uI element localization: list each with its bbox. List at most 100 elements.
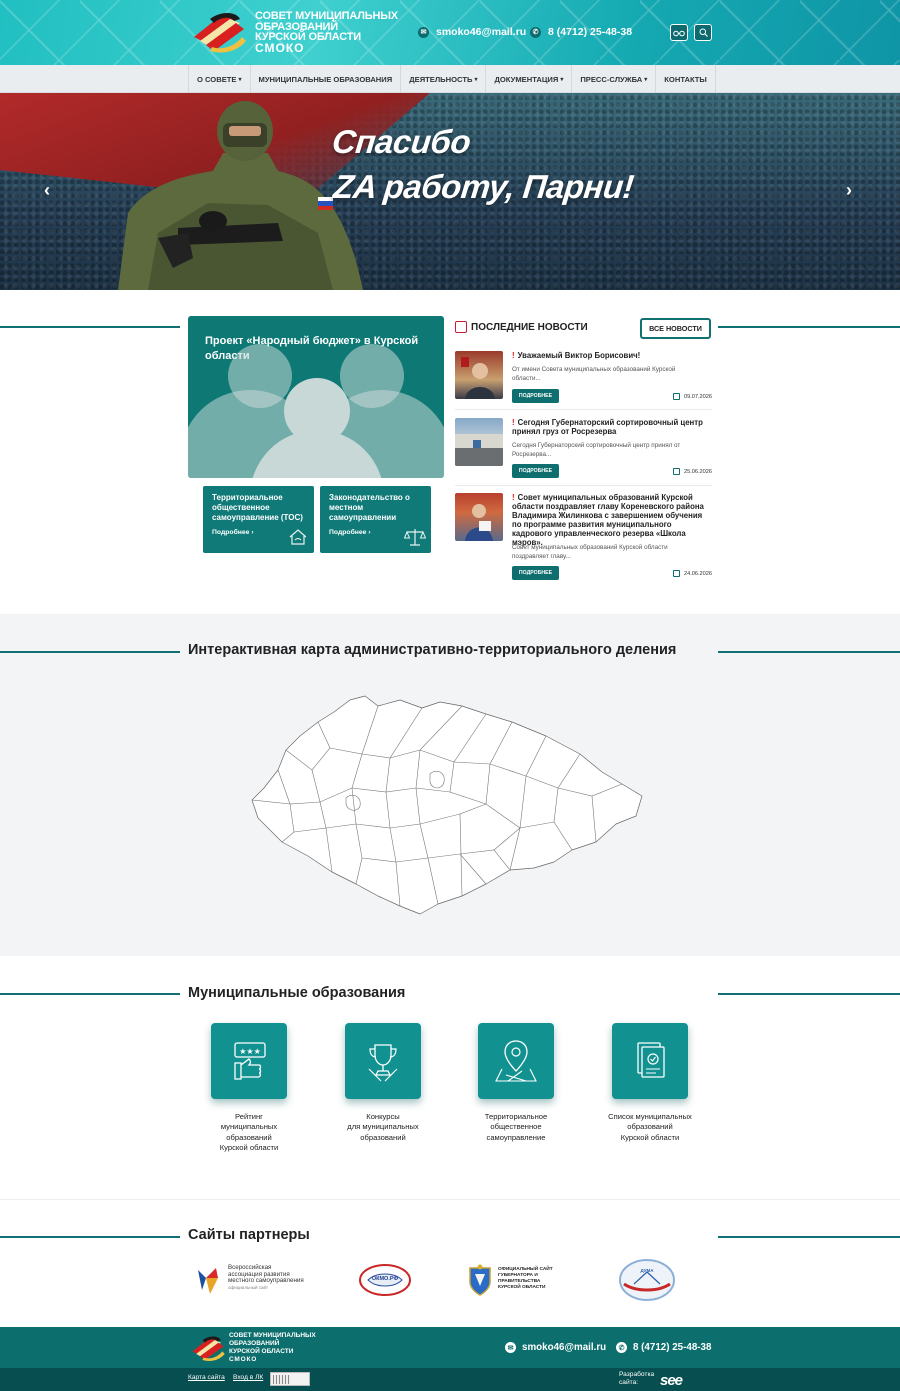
hero-line: Спасибо <box>330 123 473 160</box>
calendar-icon <box>673 570 680 577</box>
sitemap-link[interactable]: Карта сайта <box>188 1374 225 1381</box>
news-excerpt: Сегодня Губернаторский сортировочный цен… <box>512 442 681 458</box>
map-region[interactable] <box>251 695 643 915</box>
hero-line: ZA работу, Парни! <box>331 168 636 205</box>
rating-tile[interactable]: ★★★ <box>211 1023 287 1099</box>
news-title[interactable]: ! Уважаемый Виктор Борисович! <box>512 351 712 360</box>
list-label[interactable]: Список муниципальных образований Курской… <box>595 1112 705 1143</box>
footer-email[interactable]: ✉ smoko46@mail.ru <box>505 1342 606 1353</box>
news-more-button[interactable]: ПОДРОБНЕЕ <box>512 464 559 478</box>
nav-item[interactable]: ПРЕСС-СЛУЖБА ▾ <box>572 65 657 93</box>
tos-label[interactable]: Территориальное общественное самоуправле… <box>461 1112 571 1143</box>
label-line: образований <box>360 1132 406 1142</box>
glasses-icon <box>673 30 685 36</box>
search-button[interactable] <box>694 24 712 41</box>
label-line: Список муниципальных <box>608 1112 692 1121</box>
kursk-coat-of-arms-icon <box>469 1264 491 1296</box>
nav-item[interactable]: О СОВЕТЕ ▾ <box>188 65 251 93</box>
logo-line: Совет муниципальных <box>229 1332 316 1339</box>
hero-slogan: Спасибо ZA работу, Парни! <box>325 119 640 209</box>
developer-logo[interactable]: see <box>660 1372 683 1389</box>
scales-icon <box>404 529 426 546</box>
news-thumbnail[interactable] <box>455 351 503 399</box>
logo-abbr: СМОКО <box>229 1356 258 1363</box>
tos-card[interactable]: Территориальное общественное самоуправле… <box>203 486 314 553</box>
news-thumbnail[interactable] <box>455 493 503 541</box>
news-item[interactable]: ! Сегодня Губернаторский сортировочный це… <box>455 418 712 486</box>
news-more-button[interactable]: ПОДРОБНЕЕ <box>512 566 559 580</box>
nav-item[interactable]: МУНИЦИПАЛЬНЫЕ ОБРАЗОВАНИЯ <box>251 65 402 93</box>
label-line: Курской области <box>620 1132 680 1142</box>
news-title[interactable]: ! Сегодня Губернаторский сортировочный це… <box>512 418 712 436</box>
label-line: образований <box>226 1132 272 1142</box>
nav-item-label: ДОКУМЕНТАЦИЯ <box>494 74 559 84</box>
accessibility-button[interactable] <box>670 24 688 41</box>
search-icon <box>699 28 708 37</box>
chevron-down-icon: ▾ <box>474 76 478 83</box>
email-icon: ✉ <box>505 1342 516 1353</box>
calendar-icon <box>673 468 680 475</box>
footer-phone[interactable]: ✆ 8 (4712) 25-48-38 <box>616 1342 711 1353</box>
card-more-link[interactable]: Подробнее › <box>212 529 254 536</box>
nav-item[interactable]: ДЕЯТЕЛЬНОСТЬ ▾ <box>401 65 487 93</box>
login-link[interactable]: Вход в ЛК <box>233 1374 263 1381</box>
nav-item[interactable]: КОНТАКТЫ <box>656 65 716 93</box>
news-more-button[interactable]: ПОДРОБНЕЕ <box>512 389 559 403</box>
news-item[interactable]: ! Совет муниципальных образований Курской… <box>455 493 712 588</box>
header-email[interactable]: ✉ smoko46@mail.ru <box>418 26 526 38</box>
card-more-label: Подробнее <box>329 529 367 536</box>
region-map[interactable] <box>250 692 648 918</box>
news-date-text: 09.07.2026 <box>684 393 712 400</box>
email-text: smoko46@mail.ru <box>436 26 527 38</box>
partner-duma[interactable]: ДУМА <box>618 1258 676 1302</box>
trophy-icon <box>368 1044 398 1082</box>
partner-governor[interactable]: ОФИЦИАЛЬНЫЙ САЙТ ГУБЕРНАТОРА И ПРАВИТЕЛЬ… <box>467 1262 557 1298</box>
card-more-link[interactable]: Подробнее › <box>329 529 371 536</box>
hero-banner[interactable]: Спасибо ZA работу, Парни! <box>0 93 900 290</box>
all-news-button[interactable]: ВСЕ НОВОСТИ <box>640 318 711 339</box>
logo-text[interactable]: Совет муниципальных образований Курской … <box>255 11 398 53</box>
news-title-text: Сегодня Губернаторский сортировочный цен… <box>512 418 703 436</box>
contests-label[interactable]: Конкурсы для муниципальных образований <box>328 1112 438 1143</box>
logo-emblem-icon[interactable] <box>190 7 248 53</box>
slider-next-arrow-icon[interactable]: › <box>846 180 852 201</box>
news-title[interactable]: ! Совет муниципальных образований Курской… <box>512 493 712 547</box>
nav-item-label: МУНИЦИПАЛЬНЫЕ ОБРАЗОВАНИЯ <box>258 74 393 84</box>
nav-item[interactable]: ДОКУМЕНТАЦИЯ ▾ <box>486 65 573 93</box>
footer-logo-text[interactable]: Совет муниципальных образований Курской … <box>229 1332 316 1364</box>
news-date-text: 24.06.2026 <box>684 570 712 577</box>
logo-line: Совет муниципальных <box>255 10 398 22</box>
news-item[interactable]: ! Уважаемый Виктор Борисович! От имени Со… <box>455 351 712 411</box>
logo-abbr: СМОКО <box>255 40 305 55</box>
duma-logo-icon <box>619 1259 675 1301</box>
news-thumbnail[interactable] <box>455 418 503 466</box>
visitor-counter[interactable] <box>270 1372 310 1386</box>
card-title: Законодательство о местном самоуправлени… <box>329 493 410 522</box>
footer-logo-emblem-icon[interactable] <box>190 1331 226 1363</box>
section-rule <box>0 326 180 328</box>
main-nav: О СОВЕТЕ ▾ МУНИЦИПАЛЬНЫЕ ОБРАЗОВАНИЯ ДЕЯТЕЛ… <box>0 65 900 93</box>
legislation-card[interactable]: Законодательство о местном самоуправлени… <box>320 486 431 553</box>
slider-prev-arrow-icon[interactable]: ‹ <box>44 180 50 201</box>
contests-tile[interactable] <box>345 1023 421 1099</box>
nav-item-label: КОНТАКТЫ <box>664 74 707 84</box>
label-line: Территориальное <box>484 1112 548 1121</box>
people-budget-card[interactable]: Проект «Народный бюджет» в Курской облас… <box>188 316 444 478</box>
partner-okmo[interactable]: ОКМО.РФ <box>358 1262 412 1298</box>
news-date-text: 25.06.2026 <box>684 468 712 475</box>
tos-tile[interactable] <box>478 1023 554 1099</box>
dev-line: сайта: <box>619 1379 639 1386</box>
header-phone[interactable]: ✆ 8 (4712) 25-48-38 <box>530 26 632 38</box>
municipal-title: Муниципальные образования <box>188 985 406 1001</box>
document-list-icon <box>637 1042 665 1078</box>
nav-item-label: О СОВЕТЕ <box>197 74 237 84</box>
chevron-down-icon: ▾ <box>644 76 648 83</box>
email-icon: ✉ <box>418 26 429 38</box>
card-more-label: Подробнее <box>212 529 250 536</box>
rating-label[interactable]: Рейтинг муниципальных образований Курско… <box>194 1112 304 1154</box>
section-rule <box>718 651 900 653</box>
map-pin-icon <box>495 1040 537 1082</box>
list-tile[interactable] <box>612 1023 688 1099</box>
section-rule <box>718 1236 900 1238</box>
partner-varmsu[interactable]: Всероссийская ассоциация развития местно… <box>194 1262 314 1298</box>
